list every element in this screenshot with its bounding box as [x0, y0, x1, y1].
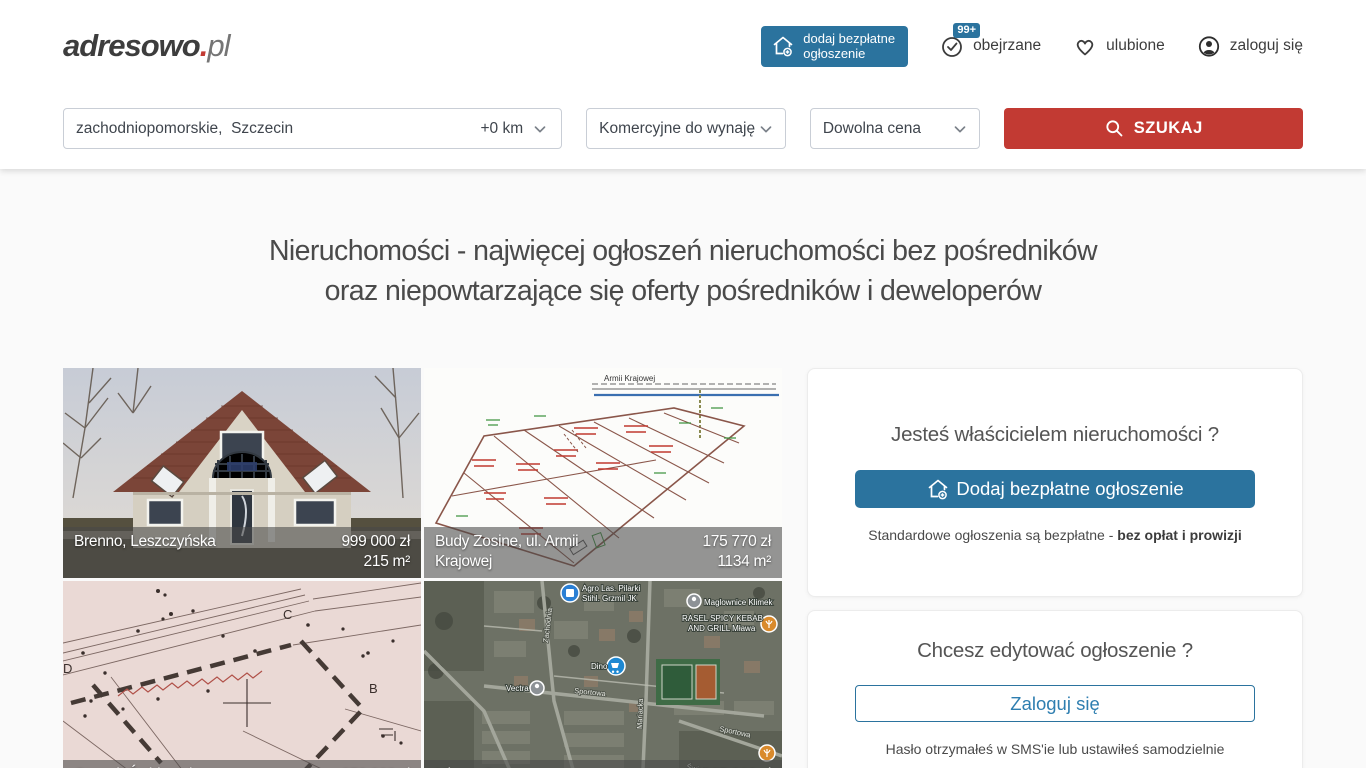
map-poi-agro-2: Stihl. Grzmil JK	[582, 594, 637, 603]
map-marker-agro-icon	[561, 584, 579, 602]
nav-viewed-label: obejrzane	[973, 37, 1041, 55]
owner-card-title: Jesteś właścicielem nieruchomości ?	[808, 423, 1302, 447]
listing-price-area: 999 000 zł 215 m²	[341, 532, 410, 572]
listing-price: 175 770 zł	[702, 533, 771, 550]
login-button-label: Zaloguj się	[1010, 693, 1099, 715]
add-listing-button[interactable]: dodaj bezpłatneogłoszenie	[761, 26, 908, 67]
map-street-mariacka: Mariacka	[635, 698, 645, 730]
map-poi-vectra: Vectra	[506, 684, 529, 693]
listing-caption: Otwock Świder, ul. 950 000 zł	[63, 760, 421, 768]
map-marker-bottom-icon	[759, 745, 775, 761]
location-input[interactable]: zachodniopomorskie, Szczecin +0 km	[63, 108, 562, 149]
listing-caption: Brenno, Leszczyńska 999 000 zł 215 m²	[63, 527, 421, 578]
map-marker-maglownice-icon	[687, 594, 701, 608]
edit-card: Chcesz edytować ogłoszenie ? Zaloguj się…	[807, 610, 1303, 768]
nav-viewed[interactable]: 99+ obejrzane	[940, 34, 1041, 58]
map-marker-kebab-icon	[761, 616, 777, 632]
sidebar: Jesteś właścicielem nieruchomości ? Doda…	[807, 368, 1303, 768]
search-button[interactable]: SZUKAJ	[1004, 108, 1303, 149]
listing-caption: Budy Zosine, ul. Armii Krajowej 175 770 …	[424, 527, 782, 578]
listing-area: 215 m²	[364, 553, 410, 570]
location-value: zachodniopomorskie, Szczecin	[76, 120, 481, 138]
map-poi-dino: Dino	[591, 662, 608, 671]
add-listing-label: dodaj bezpłatneogłoszenie	[803, 31, 895, 61]
listing-card-brenno[interactable]: Brenno, Leszczyńska 999 000 zł 215 m²	[63, 368, 421, 578]
add-free-listing-label: Dodaj bezpłatne ogłoszenie	[956, 478, 1183, 500]
plan-street-label: Armii Krajowej	[604, 374, 655, 383]
nav-login[interactable]: zaloguj się	[1197, 34, 1303, 58]
chevron-down-icon	[531, 120, 549, 138]
owner-card: Jesteś właścicielem nieruchomości ? Doda…	[807, 368, 1303, 597]
search-bar: zachodniopomorskie, Szczecin +0 km Komer…	[63, 108, 1303, 149]
magnifier-icon	[1104, 118, 1125, 139]
category-select[interactable]: Komercyjne do wynaję	[586, 108, 786, 149]
logo-tld: pl	[207, 28, 229, 63]
listing-address: Budy Zosine, ul. Armii Krajowej	[435, 532, 607, 572]
listing-price: 999 000 zł	[341, 533, 410, 550]
edit-card-title: Chcesz edytować ogłoszenie ?	[808, 639, 1302, 663]
listing-area: 1134 m²	[717, 553, 771, 570]
heart-icon	[1073, 34, 1097, 58]
listing-card-otwock[interactable]: D C B Otwock Świder, ul. 950 000 zł	[63, 581, 421, 768]
category-value: Komercyjne do wynaję	[599, 120, 755, 138]
listing-card-mlawa[interactable]: Agro Las. Pilarki Stihl. Grzmil JK Maglo…	[424, 581, 782, 768]
map-poi-agro-1: Agro Las. Pilarki	[582, 584, 640, 593]
viewed-count-badge: 99+	[953, 23, 980, 38]
chevron-down-icon	[951, 120, 969, 138]
site-logo[interactable]: adresowo.pl	[63, 28, 229, 64]
nav-login-label: zaloguj się	[1230, 37, 1303, 55]
listings-grid: Brenno, Leszczyńska 999 000 zł 215 m² Ar…	[63, 368, 782, 768]
sketch-label-c: C	[283, 607, 292, 622]
radius-selector[interactable]: +0 km	[481, 120, 550, 138]
site-header: adresowo.pl dodaj bezpłatneogłoszenie 99…	[0, 0, 1366, 169]
map-marker-vectra-icon	[530, 681, 544, 695]
satellite-map-image: Agro Las. Pilarki Stihl. Grzmil JK Maglo…	[424, 581, 782, 768]
house-plus-icon	[926, 477, 950, 501]
survey-sketch-image: D C B	[63, 581, 421, 768]
owner-card-note: Standardowe ogłoszenia są bezpłatne - be…	[808, 527, 1302, 543]
map-poi-maglownice: Maglownice Klimek	[704, 598, 773, 607]
radius-value: +0 km	[481, 120, 524, 138]
map-marker-dino-icon	[607, 657, 625, 675]
nav-favorites[interactable]: ulubione	[1073, 34, 1165, 58]
price-select[interactable]: Dowolna cena	[810, 108, 980, 149]
listing-caption: Mława Centrum, os. 325 000 zł	[424, 760, 782, 768]
map-poi-kebab-2: AND GRILL Mława	[688, 624, 756, 633]
map-poi-kebab-1: RASEL SPICY KEBAB	[682, 614, 763, 623]
page-title: Nieruchomości - najwięcej ogłoszeń nieru…	[0, 231, 1366, 311]
house-plus-icon	[771, 34, 795, 58]
check-circle-icon: 99+	[940, 34, 964, 58]
logo-brand: adresowo	[63, 28, 200, 63]
edit-card-note: Hasło otrzymałeś w SMS'ie lub ustawiłeś …	[808, 741, 1302, 757]
price-value: Dowolna cena	[823, 120, 921, 138]
listing-price-area: 175 770 zł 1134 m²	[702, 532, 771, 572]
user-icon	[1197, 34, 1221, 58]
nav-favorites-label: ulubione	[1106, 37, 1165, 55]
listing-card-budy-zosine[interactable]: Armii Krajowej Budy Zosine, ul. Arm	[424, 368, 782, 578]
listing-address: Brenno, Leszczyńska	[74, 532, 216, 572]
chevron-down-icon	[757, 120, 775, 138]
login-button[interactable]: Zaloguj się	[855, 685, 1255, 722]
search-button-label: SZUKAJ	[1134, 119, 1203, 138]
sketch-label-d: D	[63, 661, 72, 676]
sketch-label-b: B	[369, 681, 378, 696]
add-free-listing-button[interactable]: Dodaj bezpłatne ogłoszenie	[855, 470, 1255, 508]
